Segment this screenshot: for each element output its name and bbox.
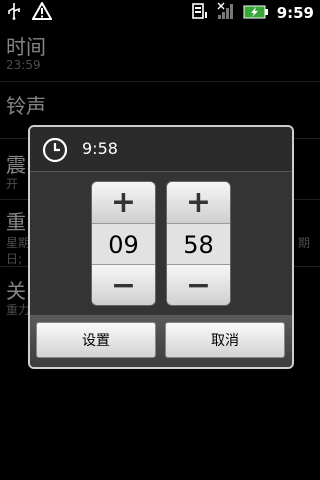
set-button[interactable]: 设置 [36,322,156,358]
battery-charging-icon [243,4,269,23]
cancel-button[interactable]: 取消 [165,322,285,358]
time-picker-dialog: 9:58 + 09 − + 58 − 设置 取消 [28,125,294,369]
minute-decrement-button[interactable]: − [167,264,230,305]
plus-icon: + [110,184,137,220]
plus-icon: + [185,184,212,220]
minute-increment-button[interactable]: + [167,182,230,224]
minute-picker: + 58 − [167,182,230,305]
dialog-header: 9:58 [30,127,292,172]
status-bar: 9:59 [0,0,320,25]
signal-icon [217,2,235,24]
sim-icon [191,2,209,24]
hour-increment-button[interactable]: + [92,182,155,224]
status-time: 9:59 [276,4,314,22]
usb-icon [6,2,22,24]
clock-icon [42,137,68,163]
dialog-title: 9:58 [82,139,118,158]
minute-value[interactable]: 58 [167,223,230,266]
hour-decrement-button[interactable]: − [92,264,155,305]
hour-picker: + 09 − [92,182,155,305]
minus-icon: − [185,267,212,303]
hour-value[interactable]: 09 [92,223,155,266]
status-right: 9:59 [191,2,314,24]
minus-icon: − [110,267,137,303]
status-left [6,0,53,24]
warning-icon [31,0,53,24]
dialog-footer: 设置 取消 [30,315,292,367]
dialog-body [30,172,292,315]
